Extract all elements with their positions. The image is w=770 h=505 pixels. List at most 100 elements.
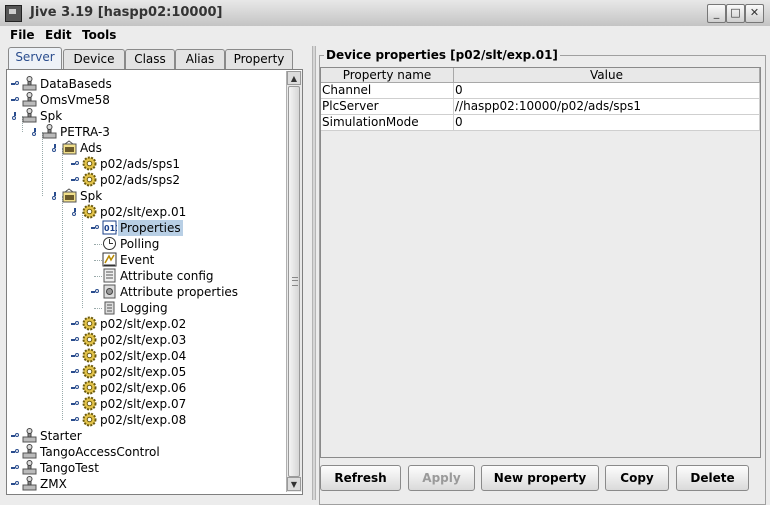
apply-button[interactable]: Apply bbox=[408, 465, 475, 491]
device-gear-icon bbox=[82, 364, 97, 379]
tree-expand-toggle[interactable] bbox=[91, 224, 99, 232]
tree-guide-line bbox=[62, 196, 63, 420]
tree-node-label[interactable]: Starter bbox=[40, 428, 82, 444]
server-icon bbox=[22, 476, 37, 491]
property-value-cell[interactable]: 0 bbox=[454, 115, 760, 131]
properties-table[interactable]: Property name Value Channel 0 PlcServer … bbox=[320, 67, 761, 458]
tree-node-label[interactable]: Attribute properties bbox=[120, 284, 238, 300]
polling-icon bbox=[102, 236, 117, 251]
tree-expand-toggle[interactable] bbox=[71, 176, 79, 184]
device-gear-icon bbox=[82, 380, 97, 395]
server-icon bbox=[22, 444, 37, 459]
tree-node-label[interactable]: Attribute config bbox=[120, 268, 214, 284]
tree-node-label[interactable]: p02/slt/exp.03 bbox=[100, 332, 186, 348]
table-row[interactable]: PlcServer //haspp02:10000/p02/ads/sps1 bbox=[321, 99, 760, 115]
device-gear-icon bbox=[82, 156, 97, 171]
property-name-cell[interactable]: Channel bbox=[321, 83, 454, 99]
tree-collapse-toggle[interactable] bbox=[31, 128, 39, 136]
tree-node-label[interactable]: Event bbox=[120, 252, 154, 268]
device-gear-icon bbox=[82, 204, 97, 219]
tree-node-label[interactable]: TangoTest bbox=[40, 460, 99, 476]
property-name-cell[interactable]: SimulationMode bbox=[321, 115, 454, 131]
tree-expand-toggle[interactable] bbox=[11, 432, 19, 440]
tree-expand-toggle[interactable] bbox=[11, 96, 19, 104]
tree-scrollbar[interactable]: ▲ ▼ bbox=[286, 71, 302, 492]
tab-alias[interactable]: Alias bbox=[175, 49, 225, 69]
tree-node-label[interactable]: Properties bbox=[118, 220, 183, 236]
tree-expand-toggle[interactable] bbox=[11, 464, 19, 472]
tree-expand-toggle[interactable] bbox=[11, 80, 19, 88]
tree-guide-line bbox=[42, 132, 43, 196]
tree-node-label[interactable]: OmsVme58 bbox=[40, 92, 110, 108]
tree-collapse-toggle[interactable] bbox=[51, 192, 59, 200]
property-name-cell[interactable]: PlcServer bbox=[321, 99, 454, 115]
server-icon bbox=[22, 460, 37, 475]
panel-title: Device properties [p02/slt/exp.01] bbox=[324, 48, 560, 62]
table-row[interactable]: Channel 0 bbox=[321, 83, 760, 99]
close-button[interactable]: ✕ bbox=[745, 4, 764, 23]
tree-node-label[interactable]: Spk bbox=[80, 188, 102, 204]
server-icon bbox=[22, 428, 37, 443]
tree-node-label[interactable]: p02/slt/exp.04 bbox=[100, 348, 186, 364]
tab-server[interactable]: Server bbox=[8, 47, 62, 70]
tree-expand-toggle[interactable] bbox=[71, 368, 79, 376]
tree-node-label[interactable]: DataBaseds bbox=[40, 76, 112, 92]
maximize-button[interactable]: □ bbox=[726, 4, 745, 23]
tree-guide-line bbox=[82, 212, 83, 308]
column-header-value[interactable]: Value bbox=[454, 68, 760, 83]
tree-expand-toggle[interactable] bbox=[71, 352, 79, 360]
tree-expand-toggle[interactable] bbox=[11, 480, 19, 488]
tree-node-label[interactable]: p02/slt/exp.07 bbox=[100, 396, 186, 412]
device-tree[interactable]: DataBaseds OmsVme58 Spk PETRA-3 Ads p02/ads/s… bbox=[6, 69, 303, 495]
tab-class[interactable]: Class bbox=[125, 49, 175, 69]
new-property-button[interactable]: New property bbox=[481, 465, 599, 491]
scroll-down-button[interactable]: ▼ bbox=[287, 477, 301, 491]
minimize-button[interactable]: _ bbox=[707, 4, 726, 23]
tree-node-label[interactable]: p02/slt/exp.01 bbox=[100, 204, 186, 220]
tree-node-label[interactable]: ZMX bbox=[40, 476, 67, 492]
tree-expand-toggle[interactable] bbox=[71, 160, 79, 168]
tree-node-label[interactable]: Logging bbox=[120, 300, 168, 316]
tree-expand-toggle[interactable] bbox=[91, 288, 99, 296]
properties-icon: 011 bbox=[102, 220, 121, 235]
property-value-cell[interactable]: 0 bbox=[454, 83, 760, 99]
tree-collapse-toggle[interactable] bbox=[51, 144, 59, 152]
tree-expand-toggle[interactable] bbox=[71, 336, 79, 344]
tree-node-label[interactable]: p02/slt/exp.08 bbox=[100, 412, 186, 428]
tab-property[interactable]: Property bbox=[225, 49, 293, 69]
scroll-thumb[interactable] bbox=[288, 86, 300, 477]
tree-node-label[interactable]: p02/slt/exp.05 bbox=[100, 364, 186, 380]
tree-collapse-toggle[interactable] bbox=[71, 208, 79, 216]
tree-expand-toggle[interactable] bbox=[71, 400, 79, 408]
tree-node-label[interactable]: Spk bbox=[40, 108, 62, 124]
tree-node-label[interactable]: p02/ads/sps1 bbox=[100, 156, 180, 172]
copy-button[interactable]: Copy bbox=[605, 465, 669, 491]
menu-tools[interactable]: Tools bbox=[82, 28, 116, 42]
tree-expand-toggle[interactable] bbox=[71, 320, 79, 328]
refresh-button[interactable]: Refresh bbox=[320, 465, 401, 491]
table-row[interactable]: SimulationMode 0 bbox=[321, 115, 760, 131]
tree-node-label[interactable]: Polling bbox=[120, 236, 159, 252]
tree-expand-toggle[interactable] bbox=[71, 384, 79, 392]
app-icon bbox=[5, 5, 22, 22]
tree-guide-line bbox=[94, 308, 102, 309]
tree-node-label[interactable]: p02/ads/sps2 bbox=[100, 172, 180, 188]
property-value-cell[interactable]: //haspp02:10000/p02/ads/sps1 bbox=[454, 99, 760, 115]
tree-node-label[interactable]: p02/slt/exp.06 bbox=[100, 380, 186, 396]
tree-node-label[interactable]: PETRA-3 bbox=[60, 124, 110, 140]
menu-file[interactable]: File bbox=[10, 28, 35, 42]
tree-node-label[interactable]: p02/slt/exp.02 bbox=[100, 316, 186, 332]
tree-node-label[interactable]: Ads bbox=[80, 140, 102, 156]
tree-expand-toggle[interactable] bbox=[71, 416, 79, 424]
device-gear-icon bbox=[82, 332, 97, 347]
tree-expand-toggle[interactable] bbox=[11, 448, 19, 456]
menu-edit[interactable]: Edit bbox=[45, 28, 72, 42]
column-header-name[interactable]: Property name bbox=[321, 68, 454, 83]
delete-button[interactable]: Delete bbox=[676, 465, 749, 491]
device-gear-icon bbox=[82, 412, 97, 427]
tab-device[interactable]: Device bbox=[63, 49, 125, 69]
device-gear-icon bbox=[82, 316, 97, 331]
tree-collapse-toggle[interactable] bbox=[11, 112, 19, 120]
scroll-up-button[interactable]: ▲ bbox=[287, 71, 301, 85]
tree-node-label[interactable]: TangoAccessControl bbox=[40, 444, 160, 460]
